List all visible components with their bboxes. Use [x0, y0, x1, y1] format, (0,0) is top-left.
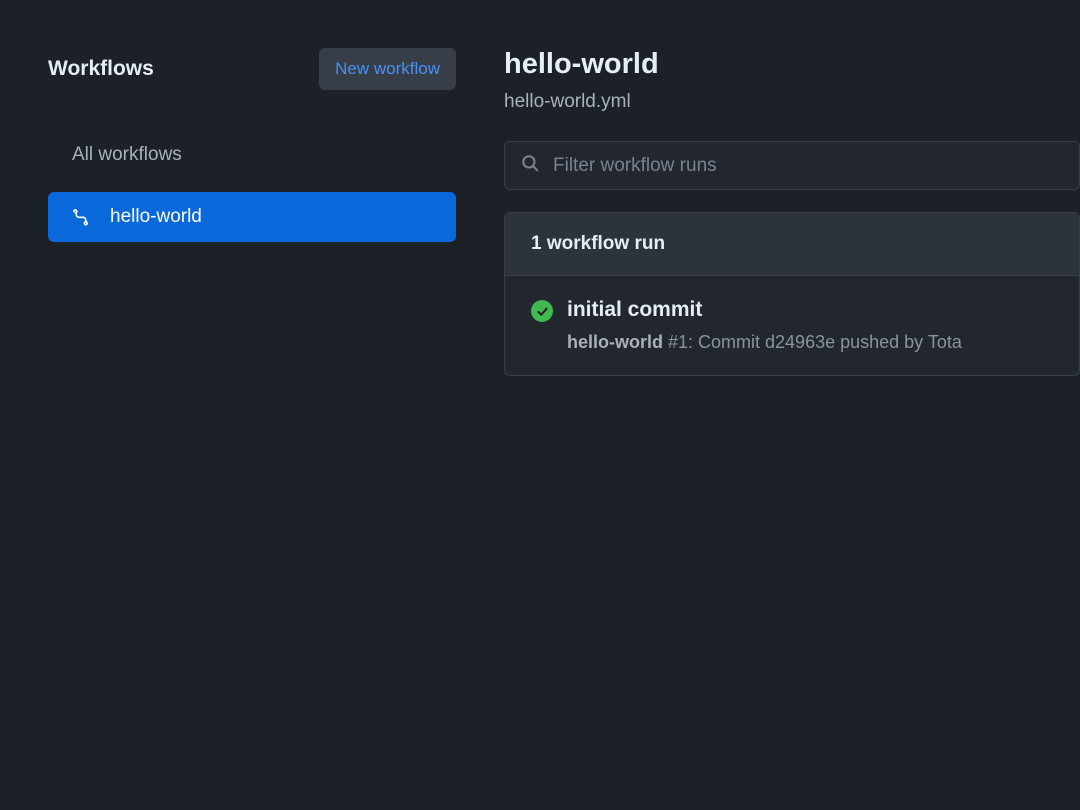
sidebar-item-label: hello-world: [110, 206, 202, 228]
run-meta: hello-world #1: Commit d24963e pushed by…: [567, 332, 1053, 353]
run-title: initial commit: [567, 298, 1053, 322]
main: hello-world hello-world.yml 1 workflow r…: [504, 48, 1080, 810]
runs-card: 1 workflow run initial commit hello-worl…: [504, 212, 1080, 376]
sidebar-title: Workflows: [48, 57, 154, 81]
sidebar-item-label: All workflows: [72, 144, 182, 166]
status-success-icon: [531, 300, 553, 322]
run-meta-text: #1: Commit d24963e pushed by Tota: [663, 332, 962, 352]
run-meta-workflow: hello-world: [567, 332, 663, 352]
new-workflow-button[interactable]: New workflow: [319, 48, 456, 90]
run-content: initial commit hello-world #1: Commit d2…: [567, 298, 1053, 353]
filter-input[interactable]: [553, 155, 1063, 177]
search-icon: [521, 154, 539, 177]
runs-header: 1 workflow run: [505, 213, 1079, 276]
workflow-icon: [72, 208, 90, 226]
sidebar-item-hello-world[interactable]: hello-world: [48, 192, 456, 242]
page-title: hello-world: [504, 48, 1080, 81]
workflow-filename: hello-world.yml: [504, 91, 1080, 113]
filter-box[interactable]: [504, 141, 1080, 190]
run-row[interactable]: initial commit hello-world #1: Commit d2…: [505, 276, 1079, 375]
sidebar-item-all-workflows[interactable]: All workflows: [48, 130, 456, 180]
sidebar-header: Workflows New workflow: [48, 48, 456, 90]
sidebar: Workflows New workflow All workflows hel…: [48, 48, 456, 810]
